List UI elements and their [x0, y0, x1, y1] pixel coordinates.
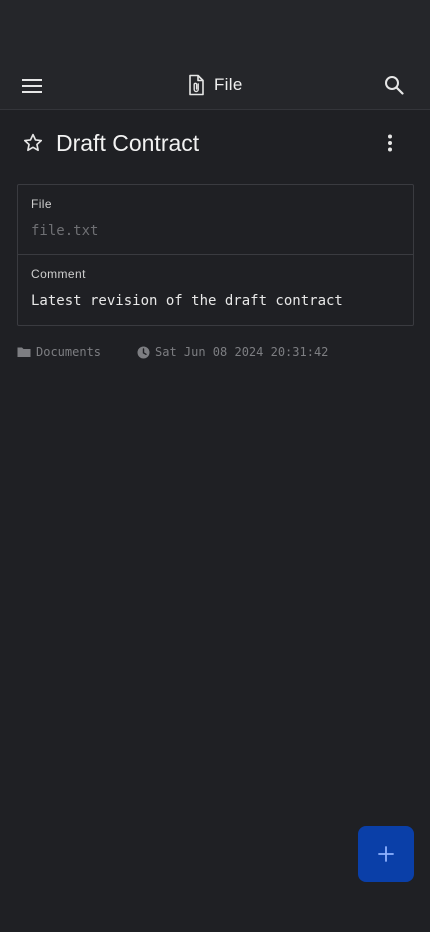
comment-label: Comment — [31, 267, 86, 281]
file-value: file.txt — [31, 223, 99, 239]
app-bar: File — [0, 60, 430, 110]
item-title: Draft Contract — [56, 130, 200, 156]
app-title-group: File — [186, 73, 243, 97]
more-vert-icon — [388, 134, 392, 152]
search-icon — [385, 76, 404, 95]
status-bar — [0, 0, 430, 60]
meta-row: Documents Sat Jun 08 2024 20:31:42 — [17, 343, 417, 361]
date-text: Sat Jun 08 2024 20:31:42 — [155, 345, 329, 359]
item-header: Draft Contract — [0, 120, 430, 166]
app-title: File — [214, 75, 243, 94]
plus-icon — [378, 846, 394, 862]
file-label: File — [31, 197, 52, 211]
date-info: Sat Jun 08 2024 20:31:42 — [137, 343, 328, 361]
file-attachment-icon — [189, 74, 204, 96]
folder-link[interactable]: Documents — [17, 343, 101, 361]
hamburger-menu-icon — [22, 79, 42, 93]
menu-button[interactable] — [12, 66, 52, 106]
star-outline-icon — [23, 133, 43, 152]
add-button[interactable] — [358, 826, 414, 882]
more-options-button[interactable] — [374, 124, 406, 162]
search-button[interactable] — [374, 65, 414, 105]
file-field[interactable]: File file.txt — [18, 185, 413, 255]
folder-name: Documents — [36, 345, 102, 359]
details-card: File file.txt Comment Latest revision of… — [17, 184, 414, 326]
favorite-button[interactable] — [16, 124, 50, 162]
clock-icon — [137, 346, 150, 358]
folder-icon — [17, 347, 31, 357]
comment-value: Latest revision of the draft contract — [31, 293, 343, 309]
comment-field[interactable]: Comment Latest revision of the draft con… — [18, 255, 413, 325]
